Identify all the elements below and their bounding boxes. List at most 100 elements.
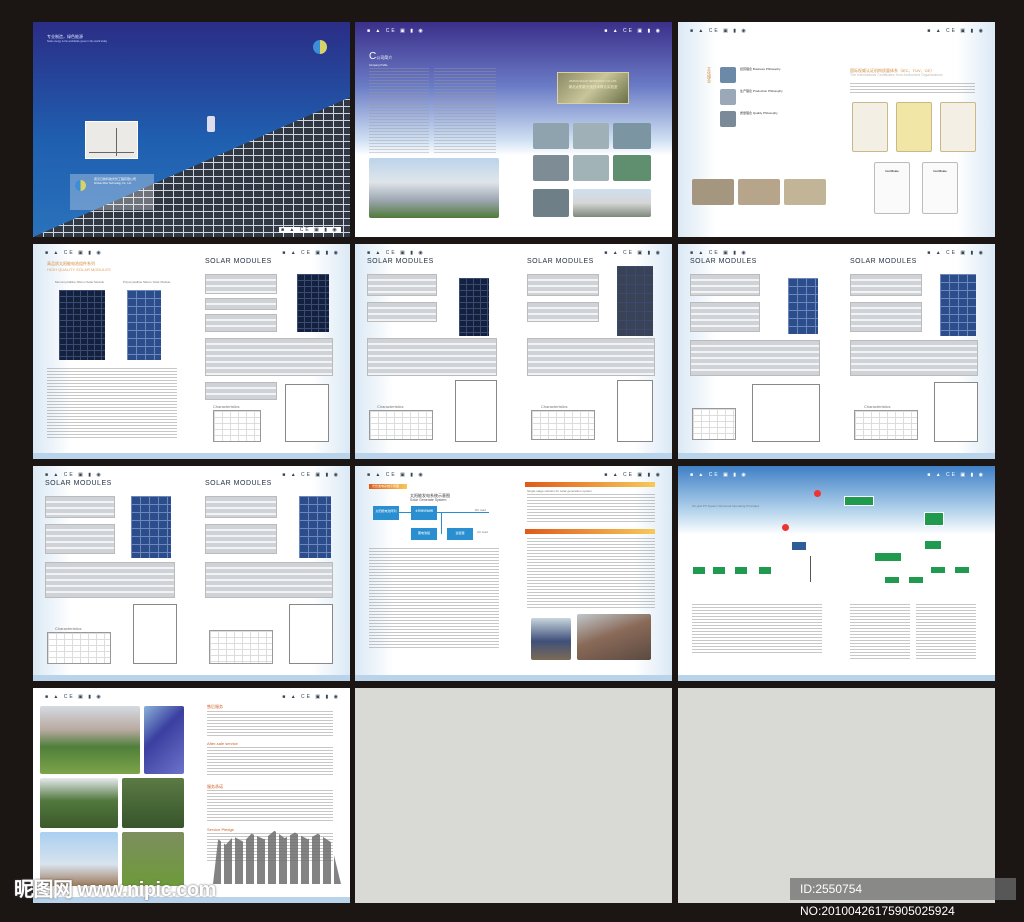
- service-subtitle: After-sale service: [207, 741, 238, 746]
- location-map: [85, 121, 138, 159]
- footer-band: [678, 675, 995, 681]
- company-name-en: Wuhan Rixin Technology Co., Ltd.: [94, 182, 132, 185]
- intro-text-col2: [434, 68, 496, 153]
- company-name-cn: 武汉日新科技光伏工程有限公司: [94, 177, 137, 181]
- solar-roof-photo: [144, 706, 184, 774]
- module-image: [940, 274, 976, 336]
- cert-icons: ■ ▲ CE ▣ ▮ ◉: [367, 28, 425, 34]
- module-image: [131, 496, 171, 558]
- iv-chart: [854, 410, 918, 440]
- culture-cert-spread: ■ ▲ CE ▣ ▮ ◉ ■ ▲ CE ▣ ▮ ◉ 文化理念 经营理念 Busi…: [678, 22, 995, 237]
- service-text: [207, 790, 333, 822]
- module-image: [617, 266, 653, 336]
- cert-icons: ■ ▲ CE ▣ ▮ ◉: [604, 28, 662, 34]
- cover-spread: 专业制造，绿色能源 Solar energy is the worldwide …: [33, 22, 350, 237]
- cert-icons: ■ ▲ CE ▣ ▮ ◉: [927, 250, 985, 256]
- series-title-en: HIGH QUALITY SOLAR MODULES: [47, 267, 111, 272]
- battery-box: 蓄电池组: [411, 528, 437, 540]
- spec-table: [527, 302, 599, 322]
- electrical-table: [527, 338, 655, 376]
- street-photo: [40, 778, 118, 828]
- electrical-table: [45, 562, 175, 598]
- chart-title: Characteristics: [213, 404, 240, 409]
- grid-text: [692, 604, 822, 654]
- iv-chart: [531, 410, 595, 440]
- company-intro-spread: ■ ▲ CE ▣ ▮ ◉ ■ ▲ CE ▣ ▮ ◉ C公司简介 Company …: [355, 22, 672, 237]
- iv-chart: [47, 632, 111, 664]
- pledge-title-en: Service Pledge: [207, 827, 234, 832]
- footer-band: [33, 675, 350, 681]
- grid-text: [850, 604, 910, 660]
- sun-icon: [814, 490, 821, 497]
- spec-table: [527, 274, 599, 296]
- spec-title: SOLAR MODULES: [690, 258, 757, 265]
- spec-table: [205, 382, 277, 400]
- cert-text: [850, 83, 975, 95]
- inverter-box: 逆变器: [447, 528, 473, 540]
- cert-title-en: The International Certificates from Auth…: [850, 73, 943, 77]
- system-text: [369, 548, 499, 648]
- mono-panel-image: [59, 290, 105, 360]
- pv-array-icon: [792, 542, 806, 550]
- footer-band: [355, 675, 672, 681]
- cert-icons: ■ ▲ CE ▣ ▮ ◉: [282, 250, 340, 256]
- cert-icons: ■ ▲ CE ▣ ▮ ◉: [690, 472, 748, 478]
- chart-title: Characteristics: [864, 404, 891, 409]
- spec-title: SOLAR MODULES: [45, 480, 112, 487]
- electrical-table: [367, 338, 497, 376]
- spec-table: [850, 274, 922, 296]
- service-text: [207, 711, 333, 737]
- empty-spread: [678, 688, 995, 903]
- footer-band: [355, 453, 672, 459]
- grid-diagram-title: On-grid PV System Structural Operating P…: [692, 504, 760, 508]
- spec-table: [367, 302, 437, 322]
- spec-spread-3: ■ ▲ CE ▣ ▮ ◉ ■ ▲ CE ▣ ▮ ◉ SOLAR MODULES …: [678, 244, 995, 459]
- spec-table: [205, 314, 277, 332]
- section-header: [525, 482, 655, 487]
- right-heading: Single-stage solution for solar generati…: [527, 489, 592, 493]
- electrical-table: [850, 340, 978, 376]
- grid-system-spread: ■ ▲ CE ▣ ▮ ◉ ■ ▲ CE ▣ ▮ ◉ On-grid PV Sys…: [678, 466, 995, 681]
- spec-table: [205, 524, 277, 554]
- spec-title: SOLAR MODULES: [205, 480, 272, 487]
- iv-chart: [692, 408, 736, 440]
- grid-text: [916, 604, 976, 660]
- right-text: [527, 538, 655, 608]
- dimension-drawing: [285, 384, 329, 442]
- cert-icons: ■ ▲ CE ▣ ▮ ◉: [45, 472, 103, 478]
- cert-icons: ■ ▲ CE ▣ ▮ ◉: [604, 472, 662, 478]
- intro-text-col1: [369, 68, 429, 153]
- culture-side-title: 文化理念: [707, 67, 712, 83]
- lab-photos: [533, 123, 653, 221]
- chart-title: Characteristics: [541, 404, 568, 409]
- empty-spread: [355, 688, 672, 903]
- cert-icons: ■ ▲ CE ▣ ▮ ◉: [690, 250, 748, 256]
- cert-icons: ■ ▲ CE ▣ ▮ ◉: [282, 694, 340, 700]
- dimension-drawing: [934, 382, 978, 442]
- iv-chart: [213, 410, 261, 442]
- poly-label: Polycrystalline Silicon Solar Module: [123, 280, 171, 284]
- site-watermark: 昵图网 www.nipic.com: [14, 879, 216, 901]
- electrical-table: [690, 340, 820, 376]
- module-image: [459, 278, 489, 336]
- section-header: 光伏发电系统示意图: [369, 484, 407, 489]
- module-image: [788, 278, 818, 334]
- spec-table: [205, 298, 277, 310]
- culture-list: 经营理念 Business Philosophy 生产理念 Production…: [720, 67, 820, 127]
- iv-chart: [209, 630, 273, 664]
- section-header: [525, 529, 655, 534]
- cert-icons: ■ ▲ CE ▣ ▮ ◉: [279, 227, 341, 233]
- footer-band: [33, 453, 350, 459]
- campus-photo: [40, 706, 140, 774]
- mono-label: Monocrystalline Silicon Solar Module: [55, 280, 105, 284]
- spec-table: [690, 274, 760, 296]
- company-logo-icon: [75, 180, 86, 191]
- diagram-title-en: Solar Generate System: [410, 498, 447, 502]
- ac-load-label: AC load: [477, 530, 488, 534]
- right-text: [527, 494, 655, 524]
- spec-spread-2: ■ ▲ CE ▣ ▮ ◉ ■ ▲ CE ▣ ▮ ◉ SOLAR MODULES …: [355, 244, 672, 459]
- cert-icons: ■ ▲ CE ▣ ▮ ◉: [604, 250, 662, 256]
- module-image: [299, 496, 331, 558]
- company-info-box: 武汉日新科技光伏工程有限公司 Wuhan Rixin Technology Co…: [70, 174, 154, 210]
- chart-title: Characteristics: [55, 626, 82, 631]
